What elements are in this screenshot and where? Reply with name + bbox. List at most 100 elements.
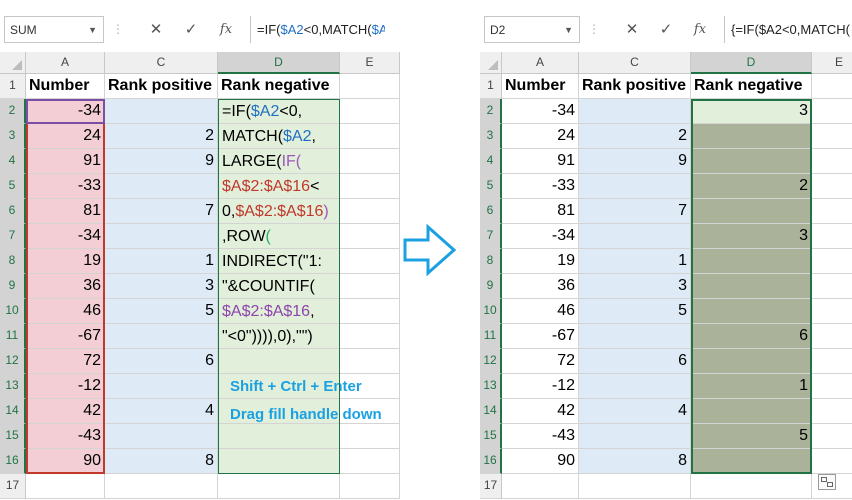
row-header-2[interactable]: 2 xyxy=(480,99,502,124)
header-cell-number[interactable]: Number xyxy=(502,74,579,99)
row-header-5[interactable]: 5 xyxy=(480,174,502,199)
column-header-d[interactable]: D xyxy=(691,52,812,74)
column-header-e[interactable]: E xyxy=(340,52,400,74)
number-cell[interactable]: -33 xyxy=(26,174,105,199)
number-cell[interactable]: -33 xyxy=(502,174,579,199)
rank-positive-cell[interactable]: 7 xyxy=(105,199,218,224)
row-header-4[interactable]: 4 xyxy=(480,149,502,174)
row-header-17[interactable]: 17 xyxy=(480,474,502,499)
cell[interactable] xyxy=(340,349,400,374)
row-header-14[interactable]: 14 xyxy=(480,399,502,424)
rank-positive-cell[interactable]: 3 xyxy=(579,274,691,299)
cell[interactable] xyxy=(340,224,400,249)
row-header-17[interactable]: 17 xyxy=(0,474,26,499)
number-cell[interactable]: 81 xyxy=(26,199,105,224)
number-cell[interactable]: 24 xyxy=(26,124,105,149)
rank-positive-cell[interactable]: 5 xyxy=(579,299,691,324)
row-header-7[interactable]: 7 xyxy=(480,224,502,249)
function-icon[interactable]: fx xyxy=(686,16,714,43)
select-all-corner[interactable] xyxy=(480,52,502,74)
number-cell[interactable]: 19 xyxy=(26,249,105,274)
cell[interactable] xyxy=(812,224,852,249)
row-header-12[interactable]: 12 xyxy=(480,349,502,374)
rank-positive-cell[interactable]: 6 xyxy=(105,349,218,374)
rank-negative-cell[interactable]: 1 xyxy=(691,374,812,399)
chevron-down-icon[interactable]: ▼ xyxy=(564,17,573,44)
number-cell[interactable]: -67 xyxy=(26,324,105,349)
cell[interactable] xyxy=(812,99,852,124)
row-header-16[interactable]: 16 xyxy=(0,449,26,474)
rank-positive-cell[interactable]: 1 xyxy=(105,249,218,274)
number-cell[interactable]: -12 xyxy=(26,374,105,399)
cell[interactable] xyxy=(502,474,579,499)
row-header-11[interactable]: 11 xyxy=(480,324,502,349)
number-cell[interactable]: 42 xyxy=(502,399,579,424)
rank-positive-cell[interactable]: 3 xyxy=(105,274,218,299)
rank-positive-cell[interactable] xyxy=(579,374,691,399)
row-header-5[interactable]: 5 xyxy=(0,174,26,199)
row-header-13[interactable]: 13 xyxy=(480,374,502,399)
number-cell[interactable]: -12 xyxy=(502,374,579,399)
column-header-a[interactable]: A xyxy=(502,52,579,74)
cell[interactable] xyxy=(340,324,400,349)
cell[interactable] xyxy=(26,474,105,499)
cell[interactable] xyxy=(105,474,218,499)
row-header-2[interactable]: 2 xyxy=(0,99,26,124)
formula-input[interactable]: =IF($A2<0,MATCH($A xyxy=(250,16,385,43)
cancel-icon[interactable]: ✕ xyxy=(618,16,646,43)
rank-positive-cell[interactable]: 2 xyxy=(105,124,218,149)
cell[interactable] xyxy=(812,274,852,299)
cancel-icon[interactable]: ✕ xyxy=(142,16,170,43)
number-cell[interactable]: 72 xyxy=(26,349,105,374)
cell[interactable] xyxy=(340,424,400,449)
cell[interactable] xyxy=(812,449,852,474)
rank-positive-cell[interactable] xyxy=(105,374,218,399)
header-cell-rank-negative[interactable]: Rank negative xyxy=(218,74,340,99)
header-cell-rank-negative[interactable]: Rank negative xyxy=(691,74,812,99)
cell[interactable] xyxy=(340,124,400,149)
number-cell[interactable]: 36 xyxy=(502,274,579,299)
row-header-15[interactable]: 15 xyxy=(480,424,502,449)
cell[interactable] xyxy=(812,249,852,274)
rank-positive-cell[interactable]: 4 xyxy=(105,399,218,424)
column-header-d[interactable]: D xyxy=(218,52,340,74)
cell[interactable] xyxy=(340,249,400,274)
enter-icon[interactable]: ✓ xyxy=(177,16,205,43)
rank-negative-cell[interactable] xyxy=(218,424,340,449)
rank-positive-cell[interactable] xyxy=(579,424,691,449)
row-header-9[interactable]: 9 xyxy=(0,274,26,299)
rank-positive-cell[interactable] xyxy=(579,174,691,199)
cell[interactable] xyxy=(340,274,400,299)
rank-positive-cell[interactable]: 9 xyxy=(579,149,691,174)
number-cell[interactable]: -67 xyxy=(502,324,579,349)
rank-negative-cell[interactable]: 5 xyxy=(691,424,812,449)
cell[interactable] xyxy=(218,474,340,499)
rank-positive-cell[interactable] xyxy=(105,424,218,449)
cell[interactable] xyxy=(340,474,400,499)
rank-negative-cell[interactable] xyxy=(691,149,812,174)
row-header-12[interactable]: 12 xyxy=(0,349,26,374)
number-cell[interactable]: 72 xyxy=(502,349,579,374)
row-header-10[interactable]: 10 xyxy=(480,299,502,324)
cell[interactable] xyxy=(340,99,400,124)
rank-positive-cell[interactable]: 9 xyxy=(105,149,218,174)
formula-input-right[interactable]: {=IF($A2<0,MATCH( xyxy=(724,16,852,43)
cell[interactable] xyxy=(812,199,852,224)
number-cell[interactable]: -34 xyxy=(26,224,105,249)
number-cell[interactable]: 91 xyxy=(26,149,105,174)
rank-positive-cell[interactable]: 6 xyxy=(579,349,691,374)
quick-analysis-icon[interactable] xyxy=(818,474,836,490)
cell[interactable] xyxy=(812,299,852,324)
row-header-15[interactable]: 15 xyxy=(0,424,26,449)
header-cell-rank-positive[interactable]: Rank positive xyxy=(105,74,218,99)
rank-positive-cell[interactable] xyxy=(579,324,691,349)
number-cell[interactable]: 36 xyxy=(26,274,105,299)
column-header-c[interactable]: C xyxy=(105,52,218,74)
rank-positive-cell[interactable] xyxy=(579,224,691,249)
rank-negative-cell[interactable] xyxy=(691,299,812,324)
row-header-9[interactable]: 9 xyxy=(480,274,502,299)
row-header-8[interactable]: 8 xyxy=(0,249,26,274)
row-header-4[interactable]: 4 xyxy=(0,149,26,174)
cell[interactable] xyxy=(340,74,400,99)
cell[interactable] xyxy=(812,399,852,424)
